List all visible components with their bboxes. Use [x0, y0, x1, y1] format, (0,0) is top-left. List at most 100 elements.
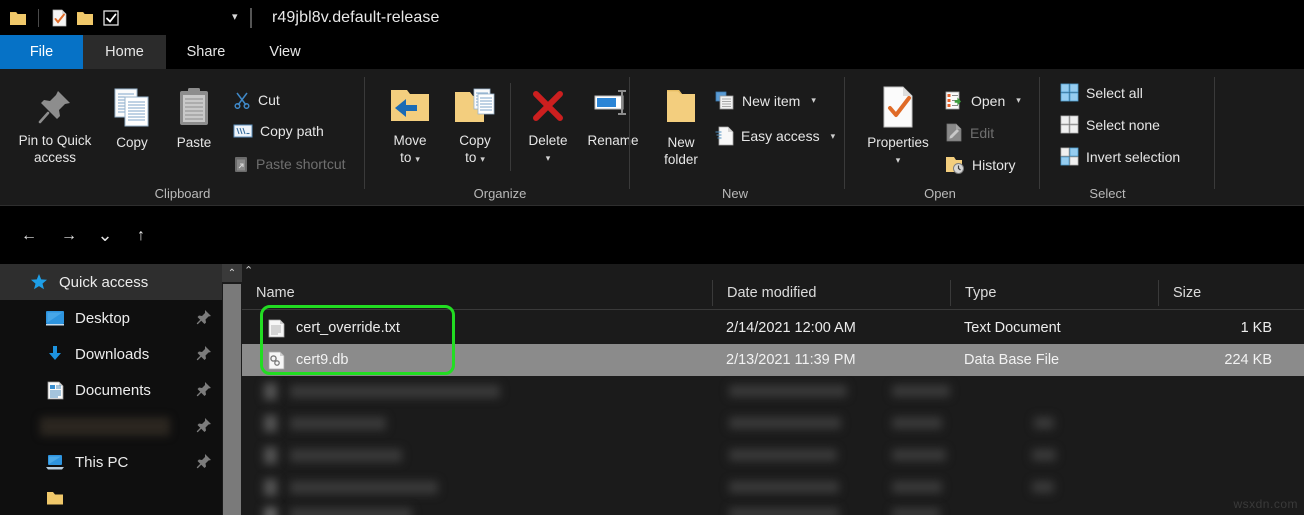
- group-label-organize: Organize: [473, 186, 527, 201]
- new-folder-button[interactable]: New folder: [650, 85, 712, 168]
- sidebar-item-downloads[interactable]: Downloads: [0, 336, 222, 372]
- copy-path-button[interactable]: Copy path: [233, 123, 324, 139]
- pin-icon[interactable]: [196, 381, 212, 397]
- copy-to-line2: to ▾: [465, 150, 485, 165]
- new-folder-line2: folder: [664, 152, 698, 167]
- open-label: Open: [971, 92, 1006, 109]
- invert-selection-button[interactable]: Invert selection: [1060, 147, 1180, 166]
- sidebar-item-desktop[interactable]: Desktop: [0, 300, 222, 336]
- move-to-button[interactable]: Move to ▾: [380, 85, 440, 168]
- paste-shortcut-button[interactable]: Paste shortcut: [233, 155, 346, 173]
- group-label-open: Open: [924, 186, 956, 201]
- sidebar-item-this-pc[interactable]: This PC: [0, 444, 222, 480]
- column-header-name[interactable]: Name: [242, 280, 712, 306]
- table-row[interactable]: cert9.db 2/13/2021 11:39 PM Data Base Fi…: [242, 344, 1304, 376]
- blurred-label: [40, 416, 170, 436]
- edit-icon: [946, 123, 962, 142]
- paste-button[interactable]: Paste: [163, 85, 225, 151]
- copy-path-icon: [233, 124, 253, 138]
- file-type-cell: Text Document: [964, 320, 1061, 336]
- paste-shortcut-label: Paste shortcut: [256, 156, 346, 172]
- customize-toolbar-dropdown[interactable]: ▾: [232, 0, 252, 35]
- table-row[interactable]: [242, 440, 1304, 472]
- recent-locations-button[interactable]: ⌄: [88, 219, 122, 253]
- open-button[interactable]: Open ▾: [945, 91, 1021, 110]
- file-name-cell: cert_override.txt: [242, 319, 712, 338]
- ribbon-divider: [1214, 77, 1215, 189]
- cut-button[interactable]: Cut: [233, 91, 280, 109]
- pin-icon: [38, 91, 70, 124]
- text-document-icon: [268, 319, 285, 337]
- paste-shortcut-icon: [235, 157, 247, 172]
- new-item-button[interactable]: New item ▾: [715, 91, 816, 110]
- file-date-cell: 2/14/2021 12:00 AM: [726, 320, 856, 336]
- chevron-down-icon: ▾: [480, 154, 485, 164]
- copy-button[interactable]: Copy: [102, 85, 162, 151]
- tab-view[interactable]: View: [246, 35, 324, 69]
- table-row[interactable]: [242, 472, 1304, 504]
- pin-icon[interactable]: [196, 453, 212, 469]
- pin-icon[interactable]: [196, 309, 212, 325]
- sidebar-item-quick-access[interactable]: Quick access: [0, 264, 222, 300]
- table-row[interactable]: [242, 408, 1304, 440]
- invert-selection-label: Invert selection: [1086, 148, 1181, 165]
- database-file-icon: [268, 351, 285, 369]
- sidebar-label-quick-access: Quick access: [59, 273, 149, 291]
- ribbon-group-select: Select all Select none Invert selection …: [1040, 69, 1215, 206]
- file-name-cell: cert9.db: [242, 351, 712, 370]
- new-folder-line1: New: [667, 135, 695, 150]
- properties-button[interactable]: Properties ▾: [850, 85, 946, 169]
- folder-icon[interactable]: [8, 8, 28, 28]
- sidebar-item-documents[interactable]: Documents: [0, 372, 222, 408]
- back-button[interactable]: ←: [12, 219, 46, 253]
- file-date-cell: 2/13/2021 11:39 PM: [726, 352, 856, 368]
- column-header-type[interactable]: Type: [950, 279, 1158, 306]
- move-to-icon: [391, 90, 429, 121]
- select-none-button[interactable]: Select none: [1060, 115, 1160, 134]
- pin-to-quick-access-button[interactable]: Pin to Quick access: [10, 85, 100, 166]
- select-all-label: Select all: [1086, 84, 1143, 101]
- quick-access-toolbar: [0, 8, 121, 28]
- easy-access-button[interactable]: Easy access ▾: [715, 126, 835, 146]
- file-size-cell: 1 KB: [1240, 320, 1272, 336]
- navigation-bar: ← → ⌄ ↑: [0, 207, 1304, 264]
- ribbon-group-new: New folder New item ▾ Easy access ▾ New: [630, 69, 845, 206]
- edit-button[interactable]: Edit: [945, 123, 994, 142]
- scissors-icon: [234, 92, 250, 109]
- history-icon: [946, 157, 964, 174]
- table-row[interactable]: cert_override.txt 2/14/2021 12:00 AM Tex…: [242, 312, 1304, 344]
- checkbox-icon[interactable]: [101, 8, 121, 28]
- select-none-icon: [1060, 115, 1079, 134]
- tab-share[interactable]: Share: [166, 35, 246, 69]
- sidebar-item-partial[interactable]: [0, 480, 222, 515]
- ribbon-tabs: File Home Share View: [0, 35, 1304, 69]
- table-row[interactable]: [242, 502, 1304, 515]
- copy-to-button[interactable]: Copy to ▾: [445, 85, 505, 168]
- forward-button[interactable]: →: [52, 219, 86, 253]
- pin-icon[interactable]: [196, 345, 212, 361]
- edit-label: Edit: [970, 124, 995, 141]
- scrollbar-thumb[interactable]: [223, 284, 241, 515]
- toolbar-separator: [38, 8, 39, 27]
- up-button[interactable]: ↑: [124, 219, 158, 253]
- chevron-down-icon: ▾: [545, 153, 551, 163]
- new-folder-icon[interactable]: [75, 8, 95, 28]
- sidebar-item-redacted[interactable]: [0, 408, 222, 444]
- tab-home[interactable]: Home: [83, 35, 166, 69]
- column-header-size[interactable]: Size: [1158, 279, 1292, 306]
- sort-indicator-icon: ⌃: [244, 265, 254, 277]
- chevron-down-icon: ▾: [830, 130, 836, 141]
- chevron-down-icon: ▾: [895, 155, 901, 165]
- history-button[interactable]: History: [945, 155, 1016, 174]
- pin-icon[interactable]: [196, 417, 212, 433]
- select-all-button[interactable]: Select all: [1060, 83, 1143, 102]
- tab-file[interactable]: File: [0, 35, 83, 69]
- table-row[interactable]: [242, 376, 1304, 408]
- properties-icon[interactable]: [49, 8, 69, 28]
- scroll-up-button[interactable]: ⌃: [222, 264, 242, 282]
- select-none-label: Select none: [1086, 116, 1160, 133]
- folder-icon: [44, 487, 66, 509]
- invert-selection-icon: [1060, 147, 1079, 166]
- delete-button[interactable]: Delete ▾: [518, 85, 578, 167]
- column-header-date-modified[interactable]: Date modified: [712, 279, 950, 306]
